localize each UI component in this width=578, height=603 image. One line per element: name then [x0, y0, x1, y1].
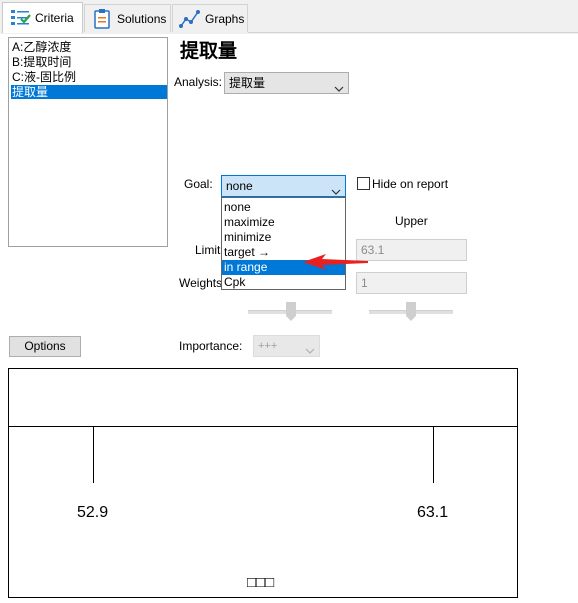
hide-on-report-checkbox[interactable]	[357, 177, 370, 190]
criteria-list-icon	[9, 7, 31, 29]
tab-criteria-label: Criteria	[35, 11, 74, 25]
limit-label: Limit	[195, 243, 221, 257]
goal-option[interactable]: maximize	[222, 215, 345, 230]
chevron-down-icon	[334, 79, 344, 92]
goal-dropdown-list[interactable]: none maximize minimize target → in range…	[221, 197, 346, 290]
options-button[interactable]: Options	[9, 336, 81, 357]
line-graph-icon	[179, 8, 201, 30]
analysis-select-value: 提取量	[229, 76, 266, 90]
analysis-label: Analysis:	[174, 75, 223, 89]
goal-select[interactable]: none	[221, 175, 346, 197]
graph-caption: □□□	[247, 574, 275, 591]
slider-thumb[interactable]	[286, 302, 296, 325]
weights-label: Weights	[179, 276, 223, 290]
list-item[interactable]: C:液-固比例	[11, 70, 167, 84]
upper-limit-value: 63.1	[417, 504, 449, 521]
clipboard-icon	[91, 8, 113, 30]
upper-limit-marker	[433, 426, 434, 483]
list-item[interactable]: B:提取时间	[11, 55, 167, 69]
desirability-graph: 52.9 63.1 □□□	[8, 368, 518, 598]
upper-limit-field[interactable]: 63.1	[356, 239, 467, 261]
tab-solutions[interactable]: Solutions	[84, 4, 171, 32]
tab-criteria[interactable]: Criteria	[2, 2, 83, 33]
lower-limit-value: 52.9	[77, 504, 109, 521]
lower-limit-marker	[93, 426, 94, 483]
upper-weight-field[interactable]: 1	[356, 272, 467, 294]
upper-header: Upper	[395, 214, 428, 228]
tab-graphs-label: Graphs	[205, 11, 245, 26]
response-list[interactable]: A:乙醇浓度 B:提取时间 C:液-固比例 提取量	[8, 37, 168, 247]
analysis-select[interactable]: 提取量	[224, 72, 349, 94]
goal-label: Goal:	[184, 177, 213, 191]
goal-select-value: none	[226, 179, 253, 193]
slider-thumb[interactable]	[406, 302, 416, 325]
list-item-selected[interactable]: 提取量	[11, 85, 167, 99]
goal-option[interactable]: none	[222, 200, 345, 215]
chevron-down-icon	[305, 342, 315, 362]
red-arrow-icon	[300, 253, 370, 274]
tab-divider	[248, 32, 578, 33]
tab-graphs[interactable]: Graphs	[172, 4, 248, 32]
goal-option[interactable]: minimize	[222, 230, 345, 245]
goal-option[interactable]: Cpk	[222, 275, 345, 290]
page-title: 提取量	[180, 41, 238, 62]
importance-label: Importance:	[179, 339, 243, 353]
list-item[interactable]: A:乙醇浓度	[11, 40, 167, 54]
hide-on-report-label: Hide on report	[372, 177, 449, 191]
importance-select-value: +++	[258, 340, 278, 352]
graph-baseline	[9, 426, 517, 427]
importance-select[interactable]: +++	[253, 335, 320, 357]
tab-solutions-label: Solutions	[117, 11, 167, 26]
